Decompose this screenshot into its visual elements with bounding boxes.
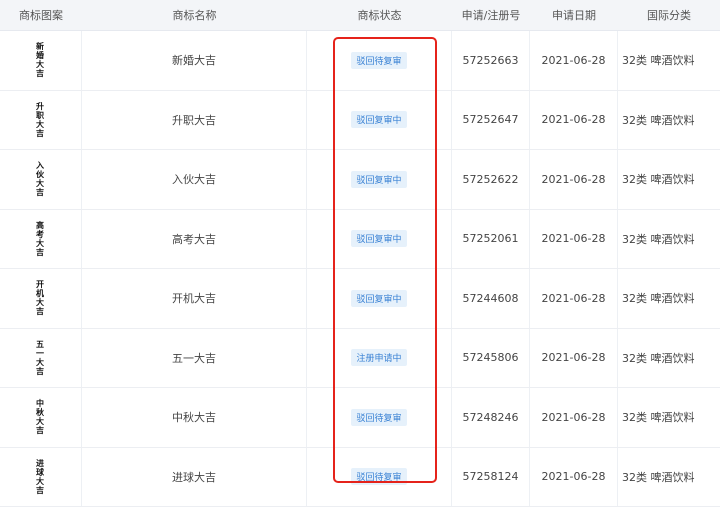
table-row[interactable]: 升职大吉 升职大吉 驳回复审中 572526472021-06-2832类 啤酒饮料	[0, 91, 720, 151]
trademark-logo[interactable]: 高考大吉	[0, 210, 82, 269]
trademark-logo-text: 中秋大吉	[37, 399, 45, 435]
table-header: 商标图案 商标名称 商标状态 申请/注册号 申请日期 国际分类	[0, 0, 720, 31]
apply-date: 2021-06-28	[530, 388, 618, 447]
header-reg-no: 申请/注册号	[452, 0, 530, 30]
status-cell: 驳回待复审	[307, 31, 452, 90]
reg-number: 57252622	[452, 150, 530, 209]
intl-class: 32类 啤酒饮料	[618, 269, 720, 328]
trademark-name[interactable]: 开机大吉	[82, 269, 307, 328]
trademark-logo[interactable]: 进球大吉	[0, 448, 82, 507]
reg-number: 57258124	[452, 448, 530, 507]
trademark-name[interactable]: 高考大吉	[82, 210, 307, 269]
intl-class: 32类 啤酒饮料	[618, 448, 720, 507]
status-badge[interactable]: 驳回待复审	[351, 409, 406, 426]
status-cell: 注册申请中	[307, 329, 452, 388]
apply-date: 2021-06-28	[530, 91, 618, 150]
header-status: 商标状态	[307, 0, 452, 30]
table-row[interactable]: 高考大吉 高考大吉 驳回复审中 572520612021-06-2832类 啤酒饮料	[0, 210, 720, 270]
status-badge[interactable]: 驳回待复审	[351, 52, 406, 69]
trademark-name[interactable]: 中秋大吉	[82, 388, 307, 447]
intl-class: 32类 啤酒饮料	[618, 150, 720, 209]
trademark-logo-text: 进球大吉	[37, 459, 45, 495]
trademark-table: 商标图案 商标名称 商标状态 申请/注册号 申请日期 国际分类 新婚大吉新婚大吉…	[0, 0, 720, 507]
trademark-logo-text: 升职大吉	[37, 102, 45, 138]
header-date: 申请日期	[530, 0, 618, 30]
apply-date: 2021-06-28	[530, 31, 618, 90]
status-badge[interactable]: 驳回复审中	[351, 230, 406, 247]
reg-number: 57245806	[452, 329, 530, 388]
table-row[interactable]: 开机大吉 开机大吉 驳回复审中 572446082021-06-2832类 啤酒饮料	[0, 269, 720, 329]
reg-number: 57252663	[452, 31, 530, 90]
reg-number: 57244608	[452, 269, 530, 328]
trademark-logo-text: 高考大吉	[37, 221, 45, 257]
status-cell: 驳回复审中	[307, 150, 452, 209]
table-row[interactable]: 新婚大吉 新婚大吉 驳回待复审 572526632021-06-2832类 啤酒饮料	[0, 31, 720, 91]
apply-date: 2021-06-28	[530, 210, 618, 269]
apply-date: 2021-06-28	[530, 329, 618, 388]
trademark-logo[interactable]: 升职大吉	[0, 91, 82, 150]
trademark-logo[interactable]: 中秋大吉	[0, 388, 82, 447]
trademark-logo[interactable]: 开机大吉	[0, 269, 82, 328]
trademark-logo[interactable]: 五一大吉	[0, 329, 82, 388]
intl-class: 32类 啤酒饮料	[618, 329, 720, 388]
header-logo: 商标图案	[0, 0, 82, 30]
status-badge[interactable]: 驳回复审中	[351, 171, 406, 188]
trademark-logo-text: 开机大吉	[37, 280, 45, 316]
trademark-name[interactable]: 进球大吉	[82, 448, 307, 507]
table-row[interactable]: 入伙大吉 入伙大吉 驳回复审中 572526222021-06-2832类 啤酒饮料	[0, 150, 720, 210]
trademark-logo-text: 五一大吉	[37, 340, 45, 376]
status-cell: 驳回待复审	[307, 448, 452, 507]
intl-class: 32类 啤酒饮料	[618, 31, 720, 90]
status-badge[interactable]: 驳回复审中	[351, 290, 406, 307]
status-cell: 驳回待复审	[307, 388, 452, 447]
status-cell: 驳回复审中	[307, 269, 452, 328]
trademark-logo-text: 入伙大吉	[37, 161, 45, 197]
status-badge[interactable]: 驳回待复审	[351, 468, 406, 485]
trademark-name[interactable]: 入伙大吉	[82, 150, 307, 209]
table-row[interactable]: 五一大吉 五一大吉 注册申请中 572458062021-06-2832类 啤酒饮料	[0, 329, 720, 389]
table-row[interactable]: 进球大吉 进球大吉 驳回待复审 572581242021-06-2832类 啤酒饮料	[0, 448, 720, 507]
trademark-logo[interactable]: 入伙大吉	[0, 150, 82, 209]
apply-date: 2021-06-28	[530, 150, 618, 209]
table-body: 新婚大吉新婚大吉驳回待复审572526632021-06-2832类 啤酒饮料升…	[0, 31, 720, 507]
header-class: 国际分类	[618, 0, 720, 30]
intl-class: 32类 啤酒饮料	[618, 91, 720, 150]
trademark-name[interactable]: 五一大吉	[82, 329, 307, 388]
trademark-name[interactable]: 升职大吉	[82, 91, 307, 150]
trademark-logo[interactable]: 新婚大吉	[0, 31, 82, 90]
reg-number: 57252647	[452, 91, 530, 150]
trademark-name[interactable]: 新婚大吉	[82, 31, 307, 90]
apply-date: 2021-06-28	[530, 448, 618, 507]
status-badge[interactable]: 注册申请中	[351, 349, 406, 366]
apply-date: 2021-06-28	[530, 269, 618, 328]
header-name: 商标名称	[82, 0, 307, 30]
status-cell: 驳回复审中	[307, 91, 452, 150]
reg-number: 57248246	[452, 388, 530, 447]
intl-class: 32类 啤酒饮料	[618, 210, 720, 269]
table-row[interactable]: 中秋大吉 中秋大吉 驳回待复审 572482462021-06-2832类 啤酒饮料	[0, 388, 720, 448]
status-cell: 驳回复审中	[307, 210, 452, 269]
intl-class: 32类 啤酒饮料	[618, 388, 720, 447]
status-badge[interactable]: 驳回复审中	[351, 111, 406, 128]
reg-number: 57252061	[452, 210, 530, 269]
trademark-logo-text: 新婚大吉	[37, 42, 45, 78]
